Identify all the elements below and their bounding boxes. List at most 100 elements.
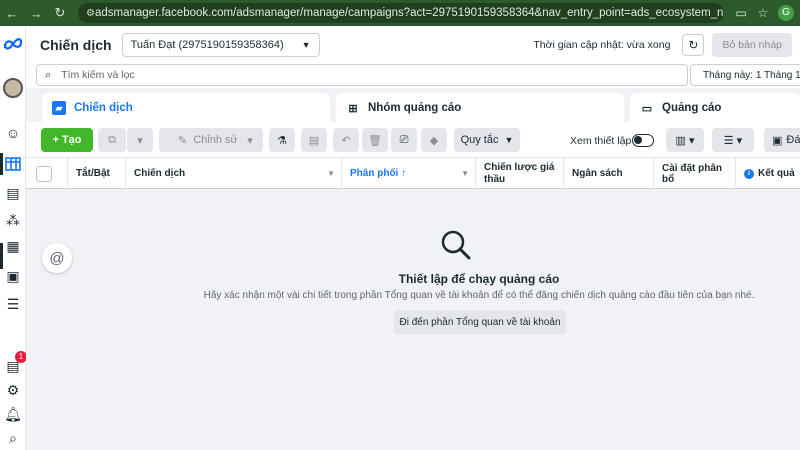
rules-label: Quy tắc — [460, 134, 499, 146]
column-label: Kết quả — [758, 168, 795, 179]
menu-icon[interactable]: ☰ — [3, 294, 23, 314]
column-label: Chiến dịch — [134, 168, 186, 179]
chevron-down-icon: ▾ — [137, 134, 143, 147]
catalog-icon[interactable]: ▤ — [3, 183, 23, 203]
address-bar[interactable]: ⚙ adsmanager.facebook.com/adsmanager/man… — [78, 3, 724, 23]
preview-icon: ⎚ — [399, 133, 409, 146]
clipboard-icon: ▤ — [308, 134, 320, 147]
bell-icon[interactable]: 🔔︎ — [3, 404, 23, 424]
columns-button[interactable]: ▥ ▾ — [666, 128, 704, 152]
browser-chrome: ← → ↻ ⚙ adsmanager.facebook.com/adsmanag… — [0, 0, 800, 26]
audiences-icon[interactable]: ⁂ — [3, 210, 23, 230]
dashboard-icon[interactable]: ☺ — [3, 123, 23, 143]
tab-label: Quảng cáo — [662, 102, 722, 114]
select-all-checkbox[interactable] — [36, 165, 52, 182]
settings-gear-icon[interactable]: ⚙ — [3, 380, 23, 400]
page-header: Chiến dịch Tuấn Đạt (2975190159358364) ▼… — [26, 26, 800, 64]
site-info-icon[interactable]: ⚙ — [86, 8, 95, 19]
report-icon: ▣ — [772, 134, 783, 147]
forward-icon[interactable]: → — [24, 6, 48, 21]
grid-icon: ⊞ — [348, 102, 358, 115]
back-icon[interactable]: ← — [0, 6, 24, 21]
column-header-bid-strategy[interactable]: Chiến lược giá thầu — [476, 158, 564, 189]
clipboard-button[interactable]: ▤ — [301, 128, 327, 152]
bookmark-star-icon[interactable]: ☆ — [752, 6, 774, 20]
search-row: ⌕ Tìm kiếm và lọc Tháng này: 1 Tháng 1, … — [26, 64, 800, 88]
left-nav-rail: ☺ ▤ ⁂ ▦ ▣ ☰ ▤ 1 ⚙ 🔔︎ ⌕ — [0, 26, 27, 450]
date-range-picker[interactable]: Tháng này: 1 Tháng 1, 2 — [690, 64, 800, 86]
page-title: Chiến dịch — [40, 37, 112, 53]
reload-icon[interactable]: ↻ — [48, 5, 72, 21]
undo-button[interactable]: ↶ — [333, 128, 359, 152]
column-header-attribution[interactable]: Cài đặt phân bổ — [654, 158, 736, 189]
search-filter-input[interactable]: ⌕ Tìm kiếm và lọc — [36, 64, 688, 86]
tab-campaigns[interactable]: ▰ Chiến dịch — [42, 93, 330, 123]
tab-label: Chiến dịch — [74, 102, 133, 114]
search-icon[interactable]: ⌕ — [3, 428, 23, 448]
caret-down-icon: ▼ — [504, 135, 514, 145]
go-to-account-overview-button[interactable]: Đi đến phần Tổng quan về tài khoản — [394, 310, 566, 334]
create-button[interactable]: + Tạo — [41, 128, 93, 152]
reports-button[interactable]: ▣ Đá — [764, 128, 800, 152]
sort-caret-icon: ▼ — [461, 169, 469, 178]
ab-test-button[interactable]: ⚗ — [269, 128, 295, 152]
table-header: Tắt/Bật Chiến dịch ▼ Phân phối ↑ ▼ Chiến… — [26, 157, 800, 189]
select-all-cell — [26, 158, 68, 189]
info-icon: i — [744, 168, 754, 179]
columns-icon: ▥ ▾ — [675, 134, 695, 147]
discard-draft-button[interactable]: Bỏ bản nháp — [712, 33, 792, 57]
edit-dropdown[interactable]: ▾ — [237, 128, 263, 152]
empty-state-description: Hãy xác nhận một vài chi tiết trong phần… — [203, 290, 755, 301]
folder-icon: ▰ — [52, 101, 66, 115]
duplicate-button[interactable]: ⧉ — [98, 128, 126, 152]
reports-label: Đá — [786, 134, 800, 146]
flask-icon: ⚗ — [277, 134, 287, 147]
column-label: Phân phối ↑ — [350, 168, 407, 179]
pencil-icon: ✎ — [178, 134, 188, 147]
toggle-knob — [634, 136, 642, 144]
campaigns-table-icon[interactable] — [3, 154, 23, 174]
meta-logo-icon[interactable] — [3, 34, 23, 54]
column-header-budget[interactable]: Ngân sách — [564, 158, 654, 189]
search-icon: ⌕ — [45, 68, 52, 81]
search-placeholder: Tìm kiếm và lọc — [61, 69, 135, 81]
column-header-campaign[interactable]: Chiến dịch ▼ — [126, 158, 342, 189]
empty-state-title: Thiết lập để chạy quảng cáo — [398, 272, 560, 286]
user-avatar[interactable] — [3, 78, 23, 98]
last-updated-text: Thời gian cập nhật: vừa xong — [533, 39, 671, 51]
chevron-down-icon: ▼ — [301, 40, 311, 50]
chevron-down-icon: ▾ — [247, 134, 253, 147]
account-name: Tuấn Đạt (2975190159358364) — [130, 39, 284, 51]
trash-icon: 🗑︎ — [368, 134, 382, 147]
breakdown-button[interactable]: ☰ ▾ — [712, 128, 754, 152]
sort-caret-icon: ▼ — [327, 169, 335, 178]
profile-avatar[interactable]: G — [778, 5, 794, 21]
refresh-icon: ↻ — [688, 38, 699, 52]
rules-dropdown[interactable]: Quy tắc ▼ — [454, 128, 520, 152]
tab-ad-sets[interactable]: ⊞ Nhóm quảng cáo — [336, 93, 624, 123]
column-header-delivery[interactable]: Phân phối ↑ ▼ — [342, 158, 476, 189]
magnifier-icon — [436, 226, 476, 266]
tab-label: Nhóm quảng cáo — [368, 102, 462, 114]
tab-ads[interactable]: ▭ Quảng cáo — [630, 93, 800, 123]
ad-library-icon[interactable]: ▦ — [3, 236, 23, 256]
preview-button[interactable]: ⎚ — [391, 128, 417, 152]
view-setup-toggle[interactable] — [632, 134, 654, 147]
undo-icon: ↶ — [341, 134, 351, 147]
refresh-button[interactable]: ↻ — [682, 34, 705, 56]
duplicate-icon: ⧉ — [108, 133, 116, 146]
url-text: adsmanager.facebook.com/adsmanager/manag… — [94, 7, 724, 19]
tag-button[interactable]: ◆ — [421, 128, 447, 152]
billing-icon[interactable]: ▣ — [3, 266, 23, 286]
notifications-icon[interactable]: ▤ 1 — [3, 351, 27, 376]
breakdown-icon: ☰ ▾ — [723, 134, 743, 147]
column-header-results[interactable]: i Kết quả — [736, 158, 800, 189]
mention-icon[interactable]: @ — [42, 243, 72, 273]
view-setup-label: Xem thiết lập — [570, 135, 632, 147]
duplicate-dropdown[interactable]: ▾ — [127, 128, 153, 152]
delete-button[interactable]: 🗑︎ — [362, 128, 388, 152]
account-selector[interactable]: Tuấn Đạt (2975190159358364) ▼ — [121, 33, 320, 57]
ad-icon: ▭ — [641, 102, 653, 115]
column-header-toggle[interactable]: Tắt/Bật — [68, 158, 126, 189]
cast-icon[interactable]: ▭ — [730, 6, 752, 20]
